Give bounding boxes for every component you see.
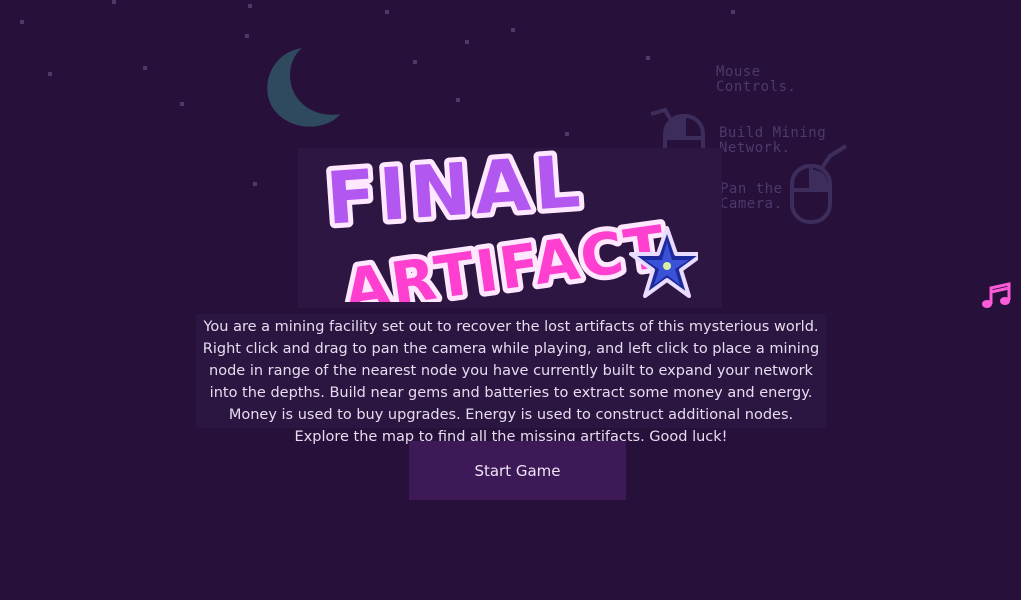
- music-note-icon: [982, 282, 1011, 308]
- background-star: [511, 28, 515, 32]
- background-star: [413, 60, 417, 64]
- crescent-moon-icon: [267, 48, 340, 127]
- logo-title-line1: FINAL: [324, 148, 587, 241]
- background-star: [20, 20, 24, 24]
- background-star: [143, 66, 147, 70]
- music-toggle-button[interactable]: [980, 281, 1014, 311]
- game-logo: FINAL ARTIFACT: [319, 148, 698, 302]
- background-star: [385, 10, 389, 14]
- controls-title: Mouse Controls.: [716, 64, 797, 95]
- background-star: [646, 56, 650, 60]
- background-star: [48, 72, 52, 76]
- background-star: [456, 98, 460, 102]
- background-star: [180, 102, 184, 106]
- background-star: [248, 4, 252, 8]
- background-star: [245, 34, 249, 38]
- background-star: [465, 40, 469, 44]
- background-star: [731, 10, 735, 14]
- right-click-label: Pan the Camera.: [720, 181, 783, 212]
- background-star: [565, 132, 569, 136]
- background-star: [112, 0, 116, 4]
- game-screen: Mouse Controls. Build Mining Network. Pa…: [0, 0, 1021, 600]
- start-game-button[interactable]: Start Game: [409, 441, 626, 500]
- background-star: [253, 182, 257, 186]
- game-description: You are a mining facility set out to rec…: [196, 314, 826, 445]
